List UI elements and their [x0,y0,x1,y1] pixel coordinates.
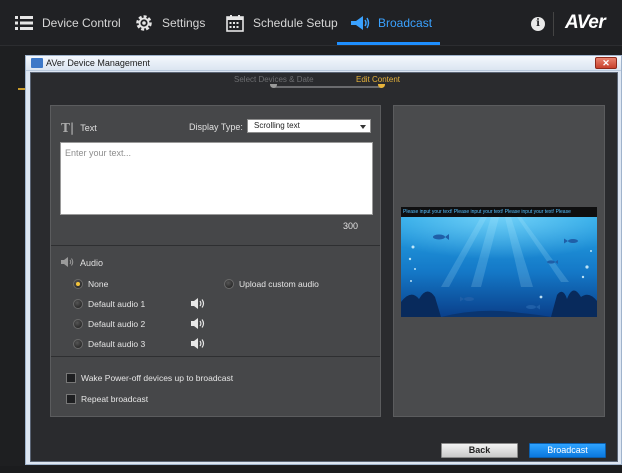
radio-audio-none[interactable]: None [73,279,108,289]
nav-label: Device Control [42,16,121,30]
top-nav-bar: Device Control Settings Schedule Setup B… [0,0,622,46]
device-management-window: AVer Device Management ✕ Select Devices … [25,55,622,465]
aver-logo: AVer [565,12,606,33]
radio-unchecked-icon [73,299,83,309]
step-track [274,86,382,88]
wake-devices-checkbox[interactable]: Wake Power-off devices up to broadcast [66,373,233,383]
broadcast-options-section: Wake Power-off devices up to broadcast R… [51,358,380,416]
nav-label: Settings [162,16,206,30]
display-type-label: Display Type: [189,122,243,132]
radio-label: Upload custom audio [239,279,319,289]
repeat-broadcast-checkbox[interactable]: Repeat broadcast [66,394,148,404]
radio-checked-icon [73,279,83,289]
play-audio-3-icon[interactable] [191,338,205,349]
megaphone-icon [350,13,370,33]
checkbox-label: Repeat broadcast [81,394,149,404]
radio-default-audio-2[interactable]: Default audio 2 [73,319,145,329]
bottom-strip [0,466,622,473]
underwater-background-image [401,217,597,317]
active-tab-indicator [337,42,440,45]
chevron-down-icon [360,125,366,129]
play-audio-1-icon[interactable] [191,298,205,309]
window-title: AVer Device Management [46,58,150,68]
radio-unchecked-icon [73,319,83,329]
radio-default-audio-3[interactable]: Default audio 3 [73,339,145,349]
step-progress: Select Devices & Date Edit Content [31,73,617,91]
broadcast-button[interactable]: Broadcast [529,443,606,458]
radio-default-audio-1[interactable]: Default audio 1 [73,299,145,309]
text-input[interactable]: Enter your text... [60,142,373,215]
topbar-divider [553,12,554,36]
back-button[interactable]: Back [441,443,518,458]
step-edit-content: Edit Content [356,75,401,84]
play-audio-2-icon[interactable] [191,318,205,329]
scrolling-text-ticker: Please input your text! Please input you… [401,207,597,217]
speaker-icon [61,257,74,269]
preview-panel: Please input your text! Please input you… [393,105,605,417]
audio-section: Audio None Upload custom audio Default a… [51,247,380,357]
radio-label: None [88,279,109,289]
nav-label: Schedule Setup [253,16,338,30]
window-close-button[interactable]: ✕ [595,57,617,69]
radio-upload-audio[interactable]: Upload custom audio [224,279,319,289]
checkbox-box [66,394,76,404]
content-editor-panel: T| Text Display Type: Scrolling text Ent… [50,105,381,417]
window-content: Select Devices & Date Edit Content T| Te… [30,72,618,462]
gear-icon [134,13,154,33]
radio-label: Default audio 3 [88,339,146,349]
checkbox-label: Wake Power-off devices up to broadcast [81,373,234,383]
radio-label: Default audio 2 [88,319,146,329]
list-icon [14,13,34,33]
audio-section-label: Audio [80,258,104,268]
text-icon: T| [61,121,75,135]
window-titlebar: AVer Device Management ✕ [26,56,621,71]
radio-label: Default audio 1 [88,299,146,309]
app-icon [31,58,43,68]
text-section-header: T| Text [61,121,97,135]
broadcast-preview: Please input your text! Please input you… [401,207,597,317]
radio-unchecked-icon [224,279,234,289]
step-marker-2 [378,84,385,88]
char-count: 300 [343,221,359,231]
info-icon[interactable]: i [531,17,545,31]
nav-label: Broadcast [378,16,433,30]
nav-device-control[interactable]: Device Control [14,10,121,36]
checkbox-box [66,373,76,383]
nav-settings[interactable]: Settings [134,10,205,36]
display-type-value: Scrolling text [254,121,300,130]
nav-schedule-setup[interactable]: Schedule Setup [225,10,338,36]
calendar-icon [225,13,245,33]
radio-unchecked-icon [73,339,83,349]
text-section: T| Text Display Type: Scrolling text Ent… [51,106,380,246]
display-type-select[interactable]: Scrolling text [247,119,371,133]
nav-broadcast[interactable]: Broadcast [350,10,432,36]
step-select-devices: Select Devices & Date [234,75,314,84]
text-section-label: Text [80,123,97,133]
audio-section-header: Audio [61,257,103,269]
